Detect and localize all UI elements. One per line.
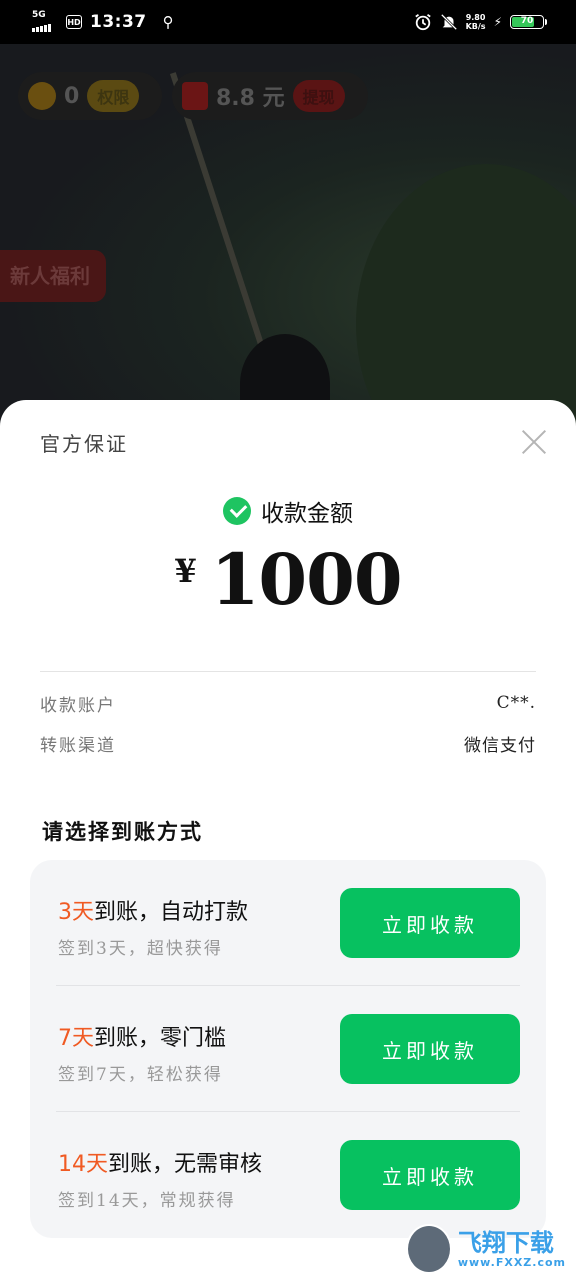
close-icon[interactable]	[522, 430, 546, 454]
coin-icon	[28, 82, 56, 110]
watermark: 飞翔下载 www.FXXZ.com	[406, 1222, 566, 1276]
collect-now-button[interactable]: 立即收款	[340, 1140, 520, 1210]
collect-now-button[interactable]: 立即收款	[340, 888, 520, 958]
option-subtitle: 签到3天，超快获得	[58, 939, 223, 959]
option-title: 7天到账，零门槛	[58, 1020, 226, 1052]
cash-pill: 8.8 元 提现	[172, 72, 368, 120]
signal-icon: 5G	[32, 10, 58, 34]
newbie-banner: 新人福利	[0, 250, 106, 302]
option-days: 7天	[58, 1026, 94, 1051]
choose-method-title: 请选择到账方式	[42, 820, 203, 844]
currency-symbol: ¥	[174, 552, 197, 590]
payment-sheet: 官方保证 收款金额 ¥1000 收款账户 C**. 转账渠道 微信支付 请选择到…	[0, 400, 576, 1280]
watermark-name: 飞翔下载	[457, 1228, 554, 1257]
amount-display: ¥1000	[0, 538, 576, 621]
coin-button: 权限	[87, 80, 140, 112]
option-title-text: 到账，无需审核	[108, 1152, 263, 1177]
option-title-text: 到账，自动打款	[94, 900, 249, 925]
usb-icon: ⚲	[162, 13, 174, 31]
red-envelope-icon	[182, 82, 208, 110]
option-days: 14天	[58, 1152, 108, 1177]
collect-now-button[interactable]: 立即收款	[340, 1014, 520, 1084]
wechat-pay-icon	[223, 497, 251, 525]
sheet-title: 官方保证	[40, 432, 128, 456]
channel-value: 微信支付	[464, 735, 536, 756]
battery-level: 70	[520, 16, 534, 26]
channel-label: 转账渠道	[40, 735, 116, 756]
speed-value: 9.80	[465, 13, 486, 22]
option-title: 3天到账，自动打款	[58, 894, 248, 926]
option-7-days: 7天到账，零门槛 签到7天，轻松获得 立即收款	[56, 986, 520, 1112]
channel-row: 转账渠道 微信支付	[40, 728, 536, 758]
alarm-icon	[414, 14, 431, 31]
amount-value: 1000	[210, 538, 403, 621]
clock: 13:37	[90, 12, 147, 32]
watermark-url: www.FXXZ.com	[457, 1255, 566, 1269]
option-subtitle: 签到14天，常规获得	[58, 1191, 236, 1211]
option-title: 14天到账，无需审核	[58, 1146, 262, 1178]
options-card: 3天到账，自动打款 签到3天，超快获得 立即收款 7天到账，零门槛 签到7天，轻…	[30, 860, 546, 1238]
mute-notification-icon	[440, 13, 457, 31]
speed-unit: KB/s	[465, 22, 486, 31]
battery-icon: 70	[510, 15, 547, 29]
option-14-days: 14天到账，无需审核 签到14天，常规获得 立即收款	[56, 1112, 520, 1238]
status-bar: 5G HD 13:37 ⚲ 9.80 KB/s ⚡ 70	[0, 0, 576, 44]
option-days: 3天	[58, 900, 94, 925]
option-3-days: 3天到账，自动打款 签到3天，超快获得 立即收款	[56, 860, 520, 986]
account-row: 收款账户 C**.	[40, 688, 536, 718]
coin-pill: 0 权限	[18, 72, 162, 120]
cash-amount: 8.8 元	[216, 86, 285, 111]
amount-header: 收款金额	[0, 494, 576, 528]
charging-icon: ⚡	[493, 15, 502, 29]
amount-label: 收款金额	[261, 501, 353, 527]
option-title-text: 到账，零门槛	[94, 1026, 227, 1051]
network-speed: 9.80 KB/s	[466, 13, 486, 31]
account-value: C**.	[496, 693, 536, 713]
divider	[40, 671, 536, 672]
network-type: 5G	[32, 10, 46, 20]
coin-count: 0	[64, 83, 80, 109]
watermark-logo-icon	[406, 1224, 452, 1274]
account-label: 收款账户	[40, 695, 116, 716]
option-subtitle: 签到7天，轻松获得	[58, 1065, 223, 1085]
hd-icon: HD	[66, 15, 82, 29]
withdraw-button: 提现	[292, 80, 345, 112]
